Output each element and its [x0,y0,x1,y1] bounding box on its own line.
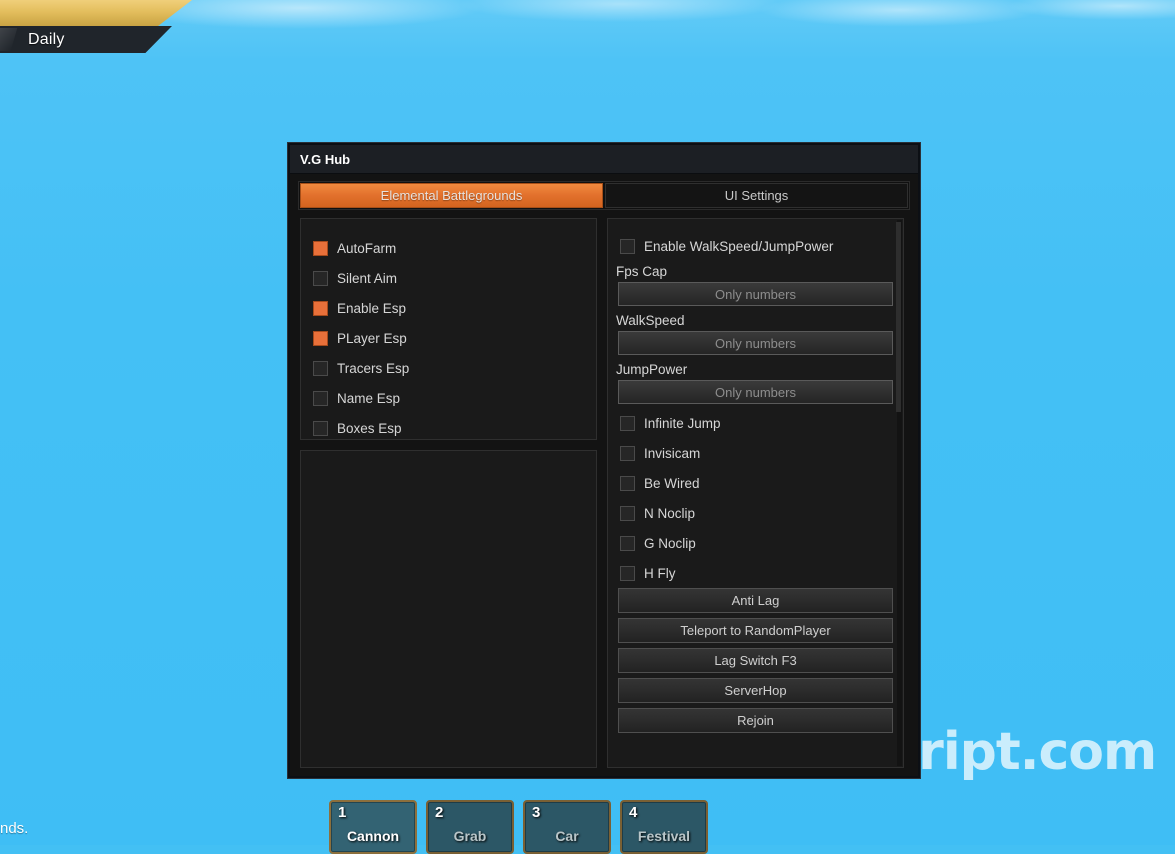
hotbar-slot-name: Cannon [346,828,400,844]
content-columns: AutoFarm Silent Aim Enable Esp PLayer Esp Tr… [290,210,918,768]
hotbar-slot-number: 1 [338,804,347,821]
checkbox-right-2[interactable] [620,475,635,491]
field-label-1: WalkSpeed [616,313,685,328]
toggle-row-right-4[interactable]: G Noclip [608,528,903,558]
toggle-label: Be Wired [644,475,700,491]
toggle-label: N Noclip [644,505,696,521]
hotbar-slot-name: Festival [637,828,691,844]
left-empty-panel [300,450,597,768]
chat-text-remnant: nds. [0,820,29,837]
hotbar-slot-number: 4 [629,804,638,821]
left-toggles-panel: AutoFarm Silent Aim Enable Esp PLayer Esp Tr… [300,218,597,440]
hotbar-slot-3[interactable]: 3 Car [523,800,611,854]
toggle-row-right-1[interactable]: Invisicam [608,438,903,468]
toggle-label: Boxes Esp [337,420,402,436]
toggle-label: Name Esp [337,390,401,406]
toggle-label: Enable WalkSpeed/JumpPower [644,238,834,254]
scrollbar-thumb[interactable] [896,222,901,412]
daily-tab-label: Daily [28,30,65,48]
hotbar-slot-2[interactable]: 2 Grab [426,800,514,854]
toggle-label: Silent Aim [337,270,398,286]
checkbox-right-3[interactable] [620,505,635,521]
checkbox-right-1[interactable] [620,445,635,461]
toggle-row-right-3[interactable]: N Noclip [608,498,903,528]
checkbox-left-4[interactable] [313,360,328,376]
tab-elemental-battlegrounds[interactable]: Elemental Battlegrounds [300,183,603,208]
left-column: AutoFarm Silent Aim Enable Esp PLayer Esp Tr… [300,218,597,768]
toggle-label: Invisicam [644,445,701,461]
field-label-2: JumpPower [616,362,688,377]
button-rejoin[interactable]: Rejoin [618,708,893,733]
toggle-row-right-0[interactable]: Infinite Jump [608,408,903,438]
checkbox-left-6[interactable] [313,420,328,436]
hotbar-slot-name: Car [555,828,579,844]
checkbox-left-0[interactable] [313,240,328,256]
input-fps-cap[interactable]: Only numbers [618,282,893,306]
toggle-label: AutoFarm [337,240,397,256]
right-column: Enable WalkSpeed/JumpPower Fps Cap Only n… [607,218,904,768]
button-anti-lag[interactable]: Anti Lag [618,588,893,613]
toggle-row-left-4[interactable]: Tracers Esp [301,353,596,383]
button-teleport-to-randomplayer[interactable]: Teleport to RandomPlayer [618,618,893,643]
toggle-row-left-2[interactable]: Enable Esp [301,293,596,323]
toggle-row-left-1[interactable]: Silent Aim [301,263,596,293]
checkbox-right-0[interactable] [620,415,635,431]
toggle-row-right-5[interactable]: H Fly [608,558,903,588]
hotbar-slot-1[interactable]: 1 Cannon [329,800,417,854]
hotbar-slot-name: Grab [453,828,487,844]
checkbox-left-2[interactable] [313,300,328,316]
input-placeholder: Only numbers [715,286,796,302]
window-title: V.G Hub [300,151,351,167]
checkbox-enable-0[interactable] [620,238,635,254]
input-walkspeed[interactable]: Only numbers [618,331,893,355]
tab-bar: Elemental Battlegrounds UI Settings [298,181,910,210]
hotbar-slot-number: 3 [532,804,541,821]
toggle-row-left-6[interactable]: Boxes Esp [301,413,596,443]
checkbox-left-3[interactable] [313,330,328,346]
toggle-label: Tracers Esp [337,360,410,376]
toggle-label: H Fly [644,565,676,581]
toggle-row-enable-0[interactable]: Enable WalkSpeed/JumpPower [608,231,903,261]
daily-tab-sheen [0,28,18,51]
checkbox-left-1[interactable] [313,270,328,286]
checkbox-right-5[interactable] [620,565,635,581]
daily-tab[interactable]: Daily [0,26,172,53]
hotbar-slot-number: 2 [435,804,444,821]
vg-hub-window: V.G Hub Elemental Battlegrounds UI Settin… [288,143,920,778]
checkbox-left-5[interactable] [313,390,328,406]
tab-ui-settings[interactable]: UI Settings [605,183,908,208]
checkbox-right-4[interactable] [620,535,635,551]
hotbar-slot-4[interactable]: 4 Festival [620,800,708,854]
window-titlebar: V.G Hub [290,145,918,174]
toggle-label: PLayer Esp [337,330,407,346]
scrollbar-track[interactable] [896,220,902,766]
button-lag-switch-f3[interactable]: Lag Switch F3 [618,648,893,673]
toggle-row-left-5[interactable]: Name Esp [301,383,596,413]
toggle-label: G Noclip [644,535,696,551]
field-label-0: Fps Cap [616,264,668,279]
toggle-row-left-0[interactable]: AutoFarm [301,233,596,263]
toggle-label: Infinite Jump [644,415,721,431]
right-settings-panel: Enable WalkSpeed/JumpPower Fps Cap Only n… [607,218,904,768]
input-placeholder: Only numbers [715,335,796,351]
button-serverhop[interactable]: ServerHop [618,678,893,703]
input-placeholder: Only numbers [715,384,796,400]
hotbar: 1 Cannon 2 Grab 3 Car 4 Festival [329,800,708,854]
toggle-label: Enable Esp [337,300,407,316]
input-jumppower[interactable]: Only numbers [618,380,893,404]
toggle-row-left-3[interactable]: PLayer Esp [301,323,596,353]
toggle-row-right-2[interactable]: Be Wired [608,468,903,498]
